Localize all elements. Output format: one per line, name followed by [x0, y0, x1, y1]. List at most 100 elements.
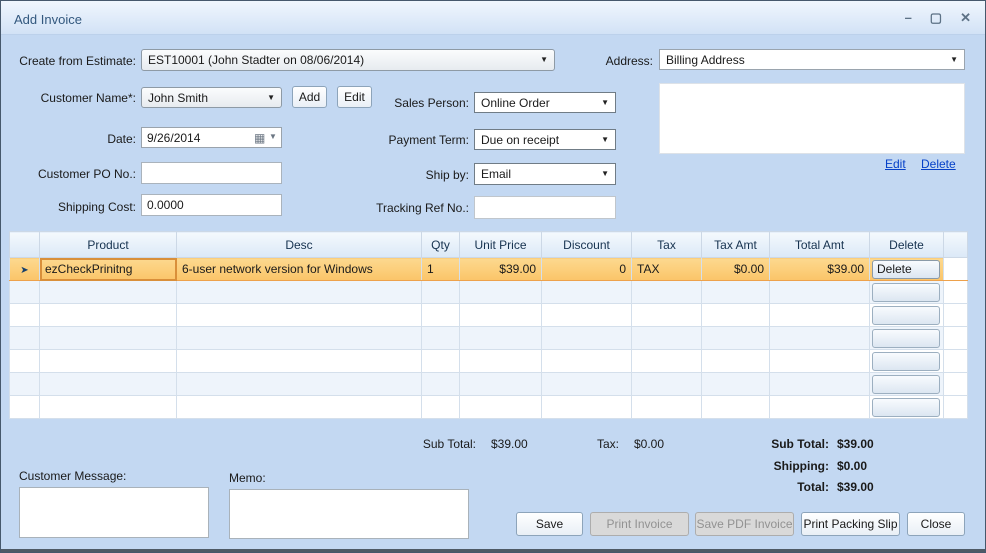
grid-tax-label: Tax:	[596, 437, 619, 451]
col-discount[interactable]: Discount	[541, 231, 632, 258]
delete-row-button[interactable]: Delete	[872, 259, 940, 279]
save-pdf-invoice-button[interactable]: Save PDF Invoice	[695, 512, 794, 536]
memo-label: Memo:	[229, 471, 266, 485]
sales-person-value: Online Order	[481, 95, 550, 110]
summary-subtotal-value: $39.00	[837, 437, 874, 451]
address-combobox[interactable]: Billing Address ▼	[659, 49, 965, 70]
table-row-selected[interactable]: ➤ ezCheckPrinitng 6-user network version…	[9, 257, 968, 281]
chevron-down-icon: ▼	[950, 54, 958, 64]
delete-row-button[interactable]	[872, 397, 940, 417]
customer-po-label: Customer PO No.:	[37, 167, 136, 181]
address-label: Address:	[605, 54, 653, 68]
col-desc[interactable]: Desc	[176, 231, 422, 258]
summary-shipping-value: $0.00	[837, 459, 868, 473]
shipping-cost-input[interactable]	[141, 194, 282, 216]
col-qty[interactable]: Qty	[421, 231, 460, 258]
calendar-icon[interactable]: ▦	[254, 132, 265, 144]
shipping-cost-label: Shipping Cost:	[57, 200, 136, 214]
table-row-empty[interactable]	[9, 326, 968, 350]
customer-po-input[interactable]	[141, 162, 282, 184]
row-selector-header	[9, 231, 40, 258]
grid-tax-value: $0.00	[634, 437, 665, 451]
ship-by-label: Ship by:	[425, 168, 469, 182]
cell-total-amt[interactable]: $39.00	[769, 257, 870, 281]
minimize-icon[interactable]: –	[905, 9, 912, 27]
cell-desc[interactable]: 6-user network version for Windows	[176, 257, 422, 281]
col-tax[interactable]: Tax	[631, 231, 702, 258]
add-invoice-dialog: Add Invoice – ▢ ✕ Create from Estimate: …	[0, 0, 986, 553]
save-button[interactable]: Save	[516, 512, 583, 536]
chevron-down-icon: ▼	[540, 55, 548, 64]
maximize-icon[interactable]: ▢	[930, 9, 942, 27]
summary-subtotal-label: Sub Total:	[771, 437, 829, 451]
estimate-combobox[interactable]: EST10001 (John Stadter on 08/06/2014) ▼	[141, 49, 555, 71]
table-row-empty[interactable]	[9, 303, 968, 327]
ship-by-combobox[interactable]: Email ▼	[474, 163, 616, 185]
dialog-title: Add Invoice	[14, 12, 82, 27]
grid-subtotal-label: Sub Total:	[422, 437, 476, 451]
delete-row-button[interactable]	[872, 351, 940, 371]
chevron-down-icon: ▼	[601, 134, 609, 144]
col-total-amt[interactable]: Total Amt	[769, 231, 870, 258]
close-icon[interactable]: ✕	[960, 9, 971, 27]
table-row-empty[interactable]	[9, 372, 968, 396]
cell-discount[interactable]: 0	[541, 257, 632, 281]
address-value: Billing Address	[666, 52, 745, 67]
cell-product[interactable]: ezCheckPrinitng	[39, 257, 177, 281]
chevron-down-icon[interactable]: ▼	[269, 133, 277, 141]
summary-total-value: $39.00	[837, 480, 874, 494]
summary-shipping-label: Shipping:	[773, 459, 829, 473]
window-bottom-border	[1, 549, 985, 552]
customer-message-label: Customer Message:	[19, 469, 127, 483]
grid-subtotal-value: $39.00	[491, 437, 528, 451]
row-selector-arrow-icon: ➤	[20, 265, 29, 276]
customer-name-combobox[interactable]: John Smith ▼	[141, 87, 282, 108]
customer-message-textarea[interactable]	[19, 487, 209, 538]
customer-name-label: Customer Name*:	[40, 91, 136, 105]
cell-unit-price[interactable]: $39.00	[459, 257, 542, 281]
close-button[interactable]: Close	[907, 512, 965, 536]
payment-term-label: Payment Term:	[388, 133, 469, 147]
col-product[interactable]: Product	[39, 231, 177, 258]
cell-tax[interactable]: TAX	[631, 257, 702, 281]
sales-person-combobox[interactable]: Online Order ▼	[474, 92, 616, 113]
chevron-down-icon: ▼	[601, 169, 609, 178]
print-packing-slip-button[interactable]: Print Packing Slip	[801, 512, 900, 536]
invoice-items-grid: Product Desc Qty Unit Price Discount Tax…	[9, 231, 968, 419]
grid-header-row: Product Desc Qty Unit Price Discount Tax…	[9, 231, 968, 258]
col-unit-price[interactable]: Unit Price	[459, 231, 542, 258]
ship-by-value: Email	[481, 167, 512, 181]
customer-name-value: John Smith	[148, 90, 209, 105]
payment-term-combobox[interactable]: Due on receipt ▼	[474, 129, 616, 150]
cell-qty[interactable]: 1	[421, 257, 460, 281]
address-delete-link[interactable]: Delete	[921, 157, 956, 171]
title-bar: Add Invoice – ▢ ✕	[1, 1, 985, 35]
delete-row-button[interactable]	[872, 282, 940, 302]
delete-row-button[interactable]	[872, 374, 940, 394]
table-row-empty[interactable]	[9, 280, 968, 304]
grid-header-filler	[943, 231, 968, 258]
tracking-ref-label: Tracking Ref No.:	[376, 201, 469, 215]
address-edit-link[interactable]: Edit	[885, 157, 906, 171]
chevron-down-icon: ▼	[267, 92, 275, 102]
delete-row-button[interactable]	[872, 328, 940, 348]
chevron-down-icon: ▼	[601, 97, 609, 107]
summary-total-label: Total:	[797, 480, 829, 494]
address-display-box	[659, 83, 965, 154]
row-selector-cell[interactable]: ➤	[9, 257, 40, 281]
col-delete[interactable]: Delete	[869, 231, 944, 258]
table-row-empty[interactable]	[9, 395, 968, 419]
print-invoice-button[interactable]: Print Invoice	[590, 512, 689, 536]
delete-row-button[interactable]	[872, 305, 940, 325]
payment-term-value: Due on receipt	[481, 132, 560, 147]
table-row-empty[interactable]	[9, 349, 968, 373]
estimate-value: EST10001 (John Stadter on 08/06/2014)	[148, 53, 365, 67]
cell-delete: Delete	[869, 257, 944, 281]
date-label: Date:	[107, 132, 136, 146]
estimate-label: Create from Estimate:	[19, 54, 136, 68]
tracking-ref-input[interactable]	[474, 196, 616, 219]
cell-tax-amt[interactable]: $0.00	[701, 257, 770, 281]
memo-textarea[interactable]	[229, 489, 469, 539]
row-filler	[943, 257, 968, 281]
col-tax-amt[interactable]: Tax Amt	[701, 231, 770, 258]
